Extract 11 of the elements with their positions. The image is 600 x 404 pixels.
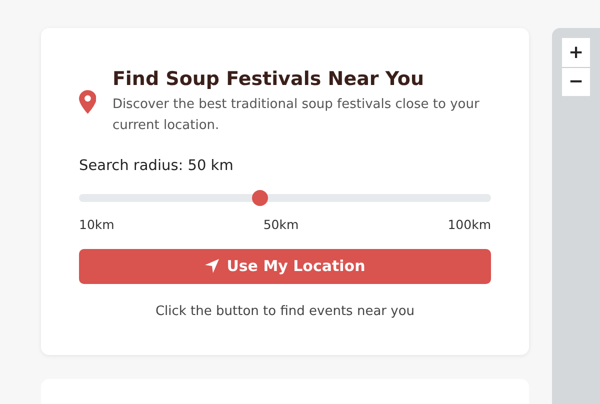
scale-label: 100km	[448, 216, 491, 234]
slider-thumb[interactable]	[252, 190, 268, 206]
scale-label: 10km	[79, 216, 114, 234]
use-location-button[interactable]: Use My Location	[79, 248, 491, 284]
hint-text: Click the button to find events near you	[154, 302, 416, 321]
finder-title: Find Soup Festivals Near You	[112, 68, 425, 91]
zoom-out-button[interactable]: −	[562, 67, 590, 96]
finder-description: Discover the best traditional soup festivals close to your current location.	[112, 96, 480, 135]
navigation-arrow-icon	[204, 259, 219, 274]
scale-label: 50km	[263, 216, 299, 234]
radius-label: Search radius: 50 km	[79, 157, 234, 176]
